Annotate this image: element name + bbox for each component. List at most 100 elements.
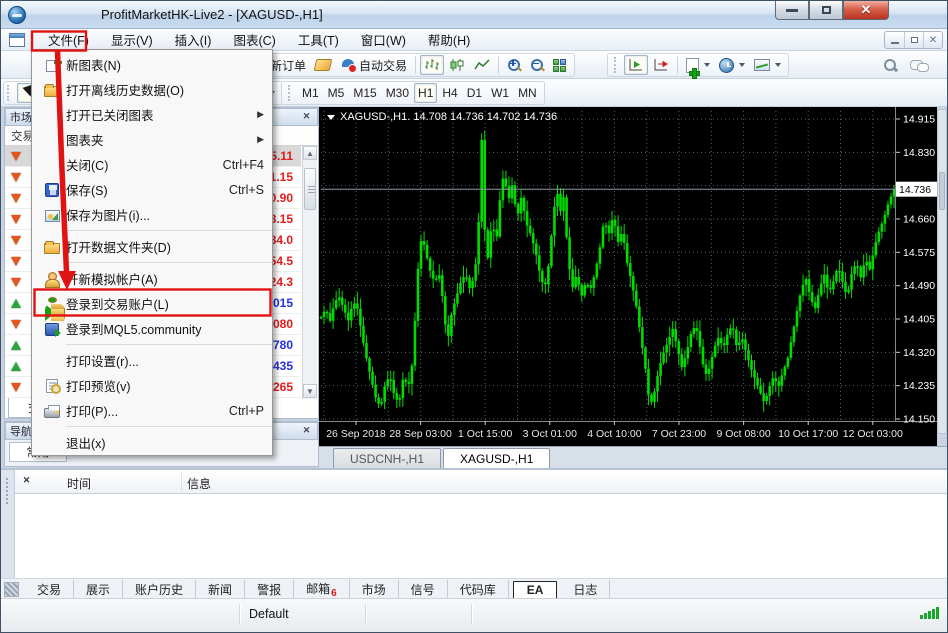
dropdown-arrow-icon <box>704 63 710 67</box>
svg-text:14.405: 14.405 <box>903 314 935 326</box>
data-folder-icon <box>44 243 60 254</box>
svg-text:14.736: 14.736 <box>899 184 931 196</box>
scroll-up-icon[interactable]: ▲ <box>303 146 317 160</box>
templates-button[interactable] <box>750 55 785 75</box>
menu-item-login-mql5[interactable]: 登录到MQL5.community <box>32 316 272 341</box>
menu-item-close[interactable]: 关闭(C)Ctrl+F4 <box>32 152 272 177</box>
dropdown-arrow-icon <box>739 63 745 67</box>
menu-item-save-as-picture[interactable]: 保存为图片(i)... <box>32 202 272 227</box>
tab-ea[interactable]: EA <box>513 581 558 599</box>
close-button[interactable]: ✕ <box>843 1 889 20</box>
svg-text:14.320: 14.320 <box>903 347 935 359</box>
chart-window-icon[interactable] <box>9 33 25 47</box>
menu-item-print[interactable]: 打印(P)...Ctrl+P <box>32 398 272 423</box>
timeframe-d1[interactable]: D1 <box>463 83 486 103</box>
timeframe-m5[interactable]: M5 <box>324 83 349 103</box>
tab-market[interactable]: 市场 <box>350 580 399 599</box>
tab-code-base[interactable]: 代码库 <box>448 580 509 599</box>
menu-window[interactable]: 窗口(W) <box>350 27 417 52</box>
menu-item-print-preview[interactable]: 打印预览(v) <box>32 373 272 398</box>
zoom-in-button[interactable] <box>503 55 525 75</box>
tab-alerts[interactable]: 警报 <box>245 580 294 599</box>
timeframe-mn[interactable]: MN <box>514 83 541 103</box>
column-time[interactable]: 时间 <box>67 475 91 492</box>
terminal-panel: ✕ 时间 信息 交易 展示 账户历史 新闻 警报 邮箱6 市场 信号 代码库 E… <box>1 468 948 598</box>
tile-windows-button[interactable] <box>549 55 571 75</box>
bar-chart-mode-button[interactable] <box>420 55 444 75</box>
title-bar[interactable]: ProfitMarketHK-Live2 - [XAGUSD-,H1] ✕ <box>1 1 948 29</box>
metaeditor-button[interactable] <box>311 55 335 75</box>
svg-text:1 Oct 15:00: 1 Oct 15:00 <box>458 428 512 440</box>
child-minimize-button[interactable] <box>885 32 904 48</box>
periods-button[interactable] <box>715 55 749 75</box>
menu-item-exit[interactable]: 退出(x) <box>32 430 272 455</box>
menu-item-open-data-folder[interactable]: 打开数据文件夹(D) <box>32 234 272 259</box>
maximize-icon <box>822 6 831 14</box>
svg-text:14.235: 14.235 <box>903 380 935 392</box>
menu-item-open-demo-account[interactable]: 开新模拟帐户(A) <box>32 266 272 291</box>
up-arrow-icon <box>11 362 21 371</box>
search-button[interactable] <box>879 55 901 75</box>
tab-exposure[interactable]: 展示 <box>74 580 123 599</box>
bar-chart-icon <box>424 58 440 72</box>
timeframe-h4[interactable]: H4 <box>438 83 461 103</box>
menu-item-save[interactable]: 保存(S)Ctrl+S <box>32 177 272 202</box>
menu-item-login-trade-account[interactable]: 登录到交易账户(L) <box>32 291 272 316</box>
autotrading-button[interactable]: 自动交易 <box>336 55 411 75</box>
community-chat-button[interactable] <box>906 55 931 75</box>
market-watch-scrollbar[interactable]: ▲ ▼ <box>302 146 317 399</box>
svg-text:4 Oct 10:00: 4 Oct 10:00 <box>587 428 641 440</box>
menu-help[interactable]: 帮助(H) <box>417 27 481 52</box>
indicators-button[interactable] <box>682 55 714 75</box>
menu-item-open-deleted[interactable]: 打开已关闭图表▶ <box>32 102 272 127</box>
tab-trade[interactable]: 交易 <box>25 580 74 599</box>
tab-news[interactable]: 新闻 <box>196 580 245 599</box>
scrollbar-thumb[interactable] <box>304 168 316 210</box>
templates-icon <box>754 59 770 71</box>
chart-tab-xagusd[interactable]: XAGUSD-,H1 <box>443 448 550 468</box>
printer-icon <box>44 408 60 418</box>
line-chart-icon <box>474 58 490 72</box>
zoom-out-button[interactable] <box>526 55 548 75</box>
navigator-close-icon[interactable]: ✕ <box>300 425 313 437</box>
timeframe-m1[interactable]: M1 <box>298 83 323 103</box>
chart-scrollbar[interactable] <box>937 109 947 434</box>
menu-separator <box>32 259 272 266</box>
terminal-header: ✕ 时间 信息 <box>15 470 948 494</box>
dropdown-arrow-icon <box>775 63 781 67</box>
tab-journal[interactable]: 日志 <box>561 580 610 599</box>
timeframe-h1[interactable]: H1 <box>414 83 437 103</box>
terminal-log-area <box>15 494 948 578</box>
chart-tab-usdcnh[interactable]: USDCNH-,H1 <box>333 448 441 468</box>
menu-item-new-chart[interactable]: 新图表(N) <box>32 52 272 77</box>
timeframe-w1[interactable]: W1 <box>487 83 513 103</box>
chart-canvas[interactable]: 14.91514.83014.74514.66014.57514.49014.4… <box>319 107 937 446</box>
tab-signals[interactable]: 信号 <box>399 580 448 599</box>
maximize-button[interactable] <box>809 1 843 20</box>
tab-account-history[interactable]: 账户历史 <box>123 580 196 599</box>
market-watch-close-icon[interactable]: ✕ <box>300 111 313 123</box>
candlestick-mode-button[interactable] <box>445 55 469 75</box>
scrollbar-thumb[interactable] <box>939 172 945 210</box>
minimize-button[interactable] <box>775 1 809 20</box>
autotrading-icon <box>340 59 356 71</box>
auto-scroll-button[interactable] <box>624 55 648 75</box>
menu-item-profiles[interactable]: 图表夹▶ <box>32 127 272 152</box>
line-chart-mode-button[interactable] <box>470 55 494 75</box>
connection-signal-icon <box>920 607 939 619</box>
tab-mailbox[interactable]: 邮箱6 <box>294 579 350 600</box>
print-preview-icon <box>46 379 58 393</box>
profile-name[interactable]: Default <box>249 607 289 621</box>
chart-shift-button[interactable] <box>649 55 673 75</box>
column-message[interactable]: 信息 <box>187 475 211 492</box>
menu-item-print-setup[interactable]: 打印设置(r)... <box>32 348 272 373</box>
menu-item-open-offline[interactable]: 打开离线历史数据(O) <box>32 77 272 102</box>
timeframe-m15[interactable]: M15 <box>349 83 380 103</box>
child-close-button[interactable]: ✕ <box>923 32 942 48</box>
price-chart[interactable]: XAGUSD-,H1. 14.708 14.736 14.702 14.736 … <box>319 107 937 446</box>
scroll-down-icon[interactable]: ▼ <box>303 384 317 398</box>
child-restore-button[interactable] <box>904 32 923 48</box>
terminal-close-icon[interactable]: ✕ <box>19 474 34 488</box>
timeframe-m30[interactable]: M30 <box>382 83 413 103</box>
menu-tools[interactable]: 工具(T) <box>287 27 350 52</box>
